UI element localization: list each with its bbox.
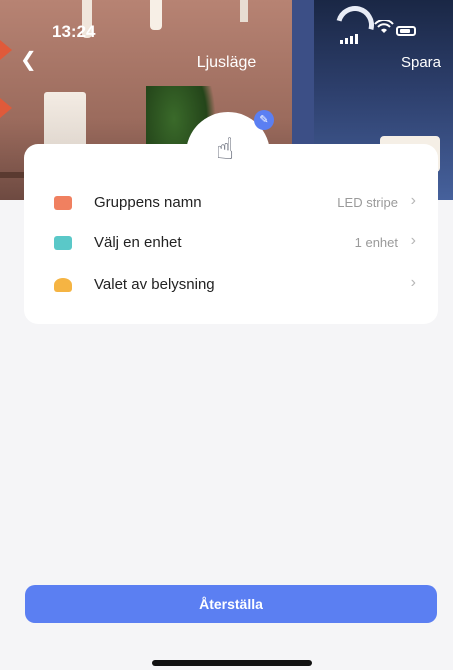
row-label: Välj en enhet <box>94 234 182 251</box>
page-title: Ljusläge <box>196 54 257 71</box>
status-bar: 13:24 <box>0 0 453 48</box>
row-value: LED stripe <box>337 195 398 210</box>
touch-hand-icon: ☝ <box>216 133 235 166</box>
chevron-right-icon: › <box>410 192 416 209</box>
lamp-icon <box>54 278 72 292</box>
row-label: Gruppens namn <box>94 194 202 211</box>
battery-icon <box>396 26 416 36</box>
chevron-right-icon: › <box>410 232 416 249</box>
row-select-device[interactable]: Välj en enhet 1 enhet › <box>24 224 438 264</box>
devices-icon <box>54 236 72 250</box>
chevron-right-icon: › <box>410 274 416 291</box>
status-time: 13:24 <box>52 22 96 41</box>
cellular-signal-icon <box>340 26 360 44</box>
edit-icon[interactable]: ✎ <box>254 110 274 130</box>
row-label: Valet av belysning <box>94 276 215 293</box>
message-icon <box>54 196 72 210</box>
wifi-icon <box>374 20 394 33</box>
row-group-name[interactable]: Gruppens namn LED stripe › <box>24 184 438 224</box>
save-button[interactable]: Spara <box>401 54 441 71</box>
home-indicator[interactable] <box>152 660 312 666</box>
reset-button[interactable]: Återställa <box>25 585 437 623</box>
decor-triangle <box>0 98 12 118</box>
row-value: 1 enhet <box>354 235 398 250</box>
row-lighting-choice[interactable]: Valet av belysning › <box>24 266 438 306</box>
